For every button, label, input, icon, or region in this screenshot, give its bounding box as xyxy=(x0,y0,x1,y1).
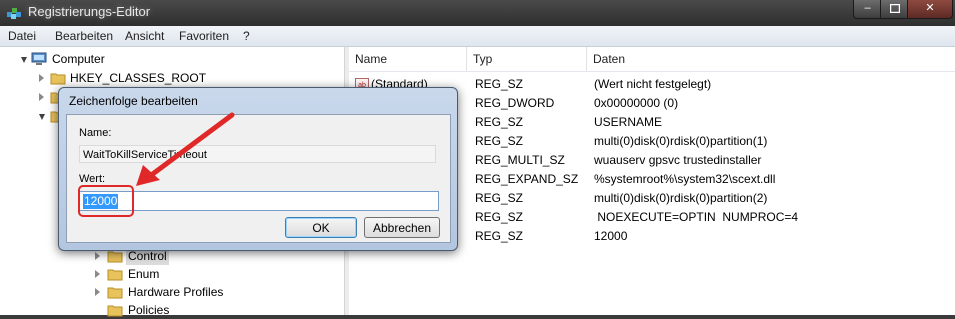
tree-label-policies: Policies xyxy=(128,303,170,317)
cell-type: REG_SZ xyxy=(475,77,524,91)
title-bar: Registrierungs-Editor – ✕ xyxy=(0,0,955,26)
expand-arrow-icon[interactable] xyxy=(39,74,44,82)
tree-label-hkcr: HKEY_CLASSES_ROOT xyxy=(70,71,207,85)
registry-editor-icon xyxy=(7,8,21,19)
cell-type: REG_MULTI_SZ xyxy=(475,153,565,167)
name-label: Name: xyxy=(79,127,112,139)
cell-type: REG_SZ xyxy=(475,229,524,243)
minimize-icon: – xyxy=(864,2,871,14)
tree-label-hardware-profiles: Hardware Profiles xyxy=(128,285,224,299)
cell-data: USERNAME xyxy=(594,115,663,129)
close-icon: ✕ xyxy=(925,2,935,14)
annotation-highlight-box xyxy=(78,185,134,217)
cancel-button[interactable]: Abbrechen xyxy=(364,217,440,238)
menu-favoriten[interactable]: Favoriten xyxy=(179,29,229,43)
cell-type: REG_SZ xyxy=(475,115,524,129)
column-header-data[interactable]: Daten xyxy=(587,47,955,71)
menu-datei[interactable]: Datei xyxy=(8,29,36,43)
column-header-name[interactable]: Name xyxy=(349,47,467,71)
cell-type: REG_SZ xyxy=(475,210,524,224)
cell-data: multi(0)disk(0)rdisk(0)partition(2) xyxy=(594,191,768,205)
tree-item-policies[interactable]: Policies xyxy=(0,301,340,319)
cell-data: 12000 xyxy=(594,229,628,243)
dialog-title: Zeichenfolge bearbeiten xyxy=(69,94,198,108)
ok-button[interactable]: OK xyxy=(285,217,357,238)
expand-arrow-icon[interactable] xyxy=(95,270,100,278)
header-divider xyxy=(349,71,955,72)
folder-icon xyxy=(107,287,123,299)
cell-data: wuauserv gpsvc trustedinstaller xyxy=(594,153,762,167)
cell-type: REG_EXPAND_SZ xyxy=(475,172,579,186)
tree-item-enum[interactable]: Enum xyxy=(0,265,340,283)
window-title: Registrierungs-Editor xyxy=(28,4,151,19)
folder-icon xyxy=(107,269,123,281)
tree-item-computer[interactable]: Computer xyxy=(0,50,340,68)
cell-data: multi(0)disk(0)rdisk(0)partition(1) xyxy=(594,134,768,148)
tree-item-hardware-profiles[interactable]: Hardware Profiles xyxy=(0,283,340,301)
menu-help[interactable]: ? xyxy=(243,29,250,43)
expand-arrow-icon[interactable] xyxy=(39,114,45,120)
folder-icon xyxy=(107,251,123,263)
cell-type: REG_DWORD xyxy=(475,96,555,110)
expand-arrow-icon[interactable] xyxy=(21,57,27,63)
menu-bearbeiten[interactable]: Bearbeiten xyxy=(55,29,113,43)
cell-data: (Wert nicht festgelegt) xyxy=(594,77,712,91)
menu-ansicht[interactable]: Ansicht xyxy=(125,29,164,43)
folder-icon xyxy=(50,73,66,85)
cell-data: 0x00000000 (0) xyxy=(594,96,679,110)
cell-type: REG_SZ xyxy=(475,191,524,205)
close-button[interactable]: ✕ xyxy=(907,0,953,19)
tree-item-hkey-classes-root[interactable]: HKEY_CLASSES_ROOT xyxy=(0,69,340,87)
value-name-field: WaitToKillServiceTimeout xyxy=(79,145,436,163)
tree-label-enum: Enum xyxy=(128,267,160,281)
maximize-button[interactable] xyxy=(880,0,909,19)
tree-label-computer: Computer xyxy=(52,52,105,66)
expand-arrow-icon[interactable] xyxy=(95,252,100,260)
cell-data: NOEXECUTE=OPTIN NUMPROC=4 xyxy=(594,210,799,224)
dialog-body: Name: WaitToKillServiceTimeout Wert: 120… xyxy=(66,114,451,243)
column-header-type[interactable]: Typ xyxy=(467,47,587,71)
value-label: Wert: xyxy=(79,173,106,185)
expand-arrow-icon[interactable] xyxy=(39,93,44,101)
computer-icon xyxy=(31,52,47,65)
expand-arrow-icon[interactable] xyxy=(95,288,100,296)
cell-type: REG_SZ xyxy=(475,134,524,148)
maximize-icon xyxy=(889,3,900,14)
menu-bar: Datei Bearbeiten Ansicht Favoriten ? xyxy=(0,26,955,47)
minimize-button[interactable]: – xyxy=(853,0,882,19)
cell-data: %systemroot%\system32\scext.dll xyxy=(594,172,776,186)
edit-string-dialog: Zeichenfolge bearbeiten Name: WaitToKill… xyxy=(58,87,458,251)
